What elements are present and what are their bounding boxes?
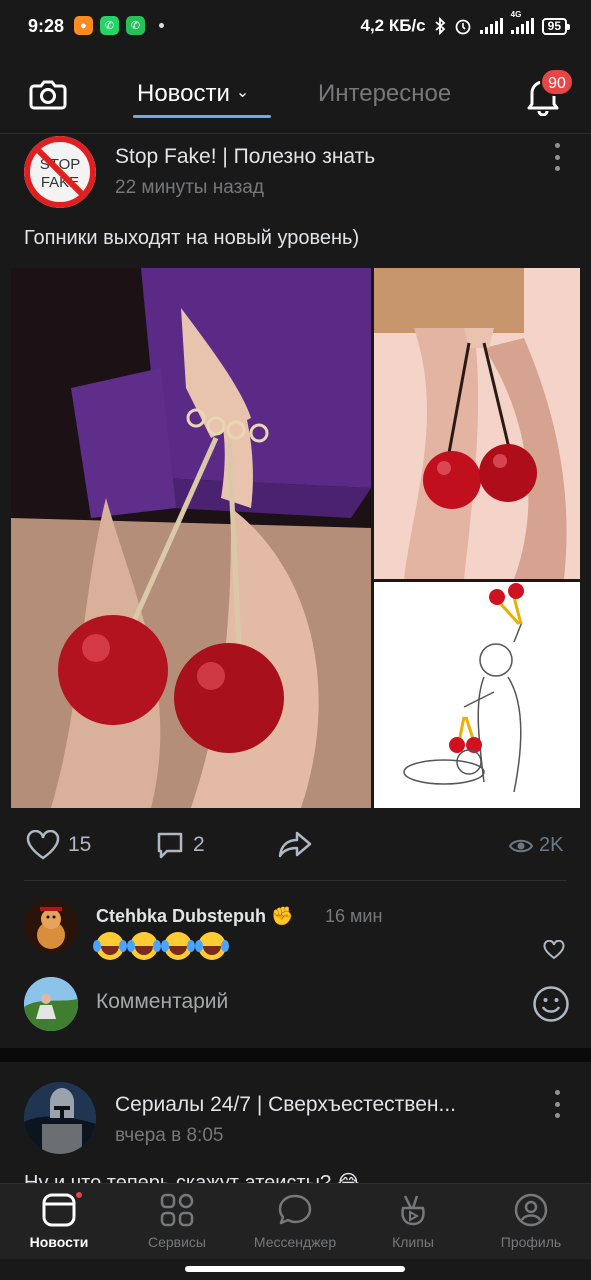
nav-services[interactable]: Сервисы [118, 1192, 236, 1250]
messenger-icon [278, 1194, 312, 1225]
comment-like-icon[interactable] [543, 940, 565, 960]
eye-icon [509, 839, 533, 852]
services-icon [160, 1193, 194, 1227]
news-unread-dot [74, 1190, 84, 1200]
post-separator [0, 1048, 591, 1062]
views-counter: 2K [509, 834, 563, 857]
runway-cherry-photo [374, 268, 580, 579]
user-photo-image [24, 977, 78, 1031]
mail-app-icon: ● [74, 16, 93, 35]
bottom-navigation: Новости Сервисы Мессенджер Клипы Профиль [0, 1183, 591, 1259]
tears-of-joy-emoji-icon [93, 932, 124, 960]
clips-icon [401, 1195, 425, 1226]
comment-time: 16 мин [325, 906, 383, 926]
notifications-badge: 90 [540, 68, 574, 96]
views-count: 2K [539, 834, 564, 856]
battery-indicator: 95 [541, 17, 571, 35]
top-bar: Новости ⌄ Интересное [0, 52, 591, 134]
nav-profile[interactable]: Профиль [472, 1192, 590, 1250]
mandalorian-avatar-image [24, 1082, 96, 1154]
emoji-smile-icon[interactable] [532, 985, 570, 1023]
post-photo-1[interactable] [11, 268, 371, 808]
active-tab-indicator [133, 115, 271, 118]
heart-icon [26, 830, 60, 860]
post2-author-avatar[interactable] [24, 1082, 96, 1154]
news-icon [42, 1193, 76, 1227]
my-avatar [24, 977, 78, 1031]
post-photo-2[interactable] [374, 268, 580, 579]
tears-of-joy-emoji-icon [161, 932, 192, 960]
share-icon [278, 831, 312, 858]
status-bar: 9:28 ● ✆ ✆ 4,2 КБ/с 4G 95 [0, 0, 591, 52]
comments-count: 2 [193, 833, 205, 856]
likes-count: 15 [68, 833, 92, 856]
post2-author-name[interactable]: Сериалы 24/7 | Сверхъестествен... [115, 1093, 456, 1117]
comment-input[interactable]: Комментарий [96, 990, 228, 1014]
tears-of-joy-emoji-icon [195, 932, 226, 960]
post-menu-button[interactable] [552, 143, 562, 171]
post-author-name[interactable]: Stop Fake! | Полезно знать [115, 145, 375, 169]
status-time: 9:28 [28, 16, 65, 36]
post2-time: вчера в 8:05 [115, 1125, 224, 1146]
phone-icon: ✆ [126, 16, 145, 35]
nav-messenger[interactable]: Мессенджер [236, 1192, 354, 1250]
camera-icon[interactable] [28, 76, 68, 112]
cartoon-drawing-photo [374, 582, 580, 808]
comment-icon [157, 832, 183, 859]
share-button[interactable] [277, 830, 313, 858]
nav-news[interactable]: Новости [0, 1192, 118, 1250]
profile-icon [514, 1193, 548, 1227]
tears-of-joy-emoji-icon [127, 932, 158, 960]
snowman-avatar-image [24, 899, 78, 953]
network-speed: 4,2 КБ/с [360, 16, 426, 35]
whatsapp-icon: ✆ [100, 16, 119, 35]
stop-fake-logo: STOP FAKE [24, 136, 96, 208]
divider [24, 880, 567, 881]
comment-text [93, 932, 226, 960]
fist-emoji-icon: ✊ [271, 906, 294, 926]
status-right: 4,2 КБ/с 4G 95 [360, 10, 571, 36]
comment-author-name[interactable]: Ctehbka Dubstepuh ✊ [96, 906, 293, 927]
chevron-down-icon: ⌄ [235, 84, 250, 101]
tab-interesting[interactable]: Интересное [318, 80, 451, 108]
notification-icons: ● ✆ ✆ [74, 16, 164, 35]
bluetooth-icon [435, 17, 445, 35]
signal-icon [479, 18, 503, 34]
post-photo-3[interactable] [374, 582, 580, 808]
comment-button[interactable]: 2 [155, 830, 205, 860]
like-button[interactable]: 15 [26, 830, 91, 860]
post-author-avatar[interactable]: STOP FAKE [24, 136, 96, 208]
cherry-bag-photo [11, 268, 371, 808]
nav-clips[interactable]: Клипы [354, 1192, 472, 1250]
post2-menu-button[interactable] [552, 1090, 562, 1118]
alarm-icon [455, 19, 471, 35]
post-time: 22 минуты назад [115, 177, 264, 198]
home-indicator[interactable] [185, 1266, 405, 1272]
commenter-avatar[interactable] [24, 899, 78, 953]
more-notifications-icon [159, 23, 164, 28]
post-text: Гопники выходят на новый уровень) [24, 227, 360, 249]
tab-news[interactable]: Новости ⌄ [137, 80, 249, 108]
signal-4g-icon: 4G [510, 10, 534, 34]
